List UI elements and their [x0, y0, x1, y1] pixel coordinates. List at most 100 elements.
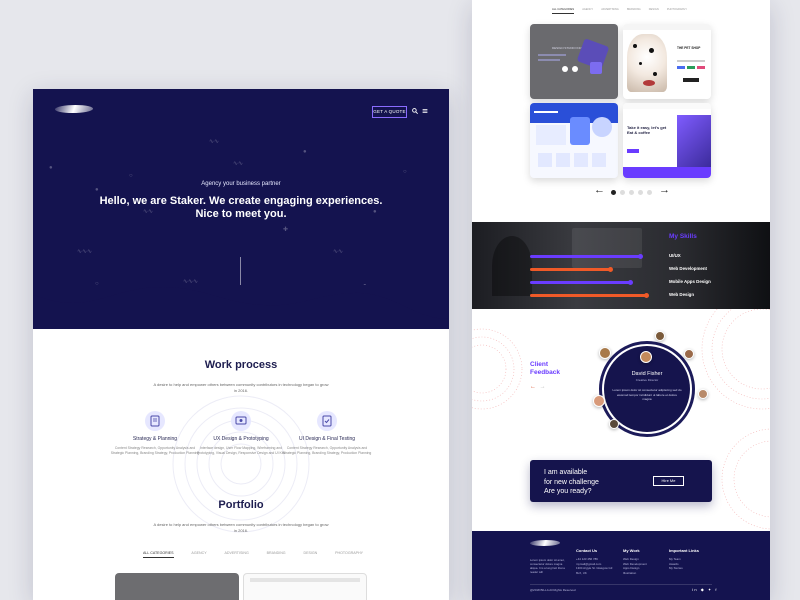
skill-bar — [530, 293, 649, 298]
social-icons[interactable]: in ◆ ✦ f — [692, 587, 718, 592]
skill-bar-knob — [644, 293, 649, 298]
skill-bar-knob — [608, 267, 613, 272]
avatar[interactable] — [599, 347, 611, 359]
skill-label: Mobile Apps Design — [669, 279, 711, 284]
decor-zigzag: ∿∿ — [209, 139, 220, 145]
footer-link[interactable]: Illustration — [623, 571, 647, 576]
portfolio-card[interactable]: DESIGN STUDIO INC — [530, 24, 618, 99]
reviewer-name: David Fisher — [631, 371, 663, 377]
avatar[interactable] — [655, 331, 665, 341]
tab-design[interactable]: DESIGN — [303, 551, 317, 558]
portfolio-card[interactable] — [530, 103, 618, 178]
footer-column-work: My Work Web Design Web Development Apps … — [623, 548, 647, 575]
carousel-dot[interactable] — [620, 190, 625, 195]
process-step: UX Design & Prototyping Interface design… — [196, 411, 286, 456]
footer-link[interactable]: 1304 Argyle St. Glasgow G3 8LX, UK — [576, 566, 614, 575]
portfolio-filter-tabs: ALL CATEGORIES AGENCY ADVERTISING BRANDI… — [143, 551, 363, 558]
tab-branding[interactable]: BRANDING — [267, 551, 286, 558]
hire-me-button[interactable]: Hire Me — [653, 476, 684, 486]
feedback-next-arrow[interactable]: → — [540, 384, 546, 390]
tab-advertising[interactable]: ADVERTISING — [601, 8, 619, 14]
decor-zigzag: ∿∿ — [333, 249, 344, 255]
footer-logo[interactable] — [528, 540, 562, 546]
avatar[interactable] — [698, 389, 708, 399]
avatar[interactable] — [593, 395, 605, 407]
footer-column-contact: Contact Us +44 123 456 789 mymail@gmail.… — [576, 548, 614, 575]
step-desc: Interface design, User Flow Mapping, Wir… — [196, 446, 286, 455]
carousel-dot[interactable] — [647, 190, 652, 195]
decor-ring: ○ — [403, 169, 407, 175]
tab-all-categories[interactable]: ALL CATEGORIES — [143, 551, 174, 558]
skill-bar-knob — [638, 254, 643, 259]
footer-about: Lorem ipsum dolor sit amet, consectetur … — [530, 558, 565, 574]
process-step: UI Design & Final Testing Content Strate… — [282, 411, 372, 456]
tab-all-categories[interactable]: ALL CATEGORIES — [552, 8, 575, 14]
feedback-title-line2: Feedback — [530, 369, 560, 376]
carousel-prev-arrow[interactable]: ← — [594, 185, 605, 196]
avatar[interactable] — [684, 349, 694, 359]
carousel-dot[interactable] — [611, 190, 616, 195]
feedback-prev-arrow[interactable]: ← — [530, 384, 536, 390]
decor-dot: ● — [95, 187, 99, 193]
hero-title: Hello, we are Staker. We create engaging… — [99, 195, 383, 220]
feedback-nav: ← → — [530, 384, 546, 390]
testing-icon — [317, 411, 337, 431]
portfolio-card-preview[interactable] — [115, 573, 239, 600]
tab-photography[interactable]: PHOTOGRAPHY — [667, 8, 687, 14]
cta-line2: for new challenge — [544, 478, 599, 486]
carousel-next-arrow[interactable]: → — [659, 185, 670, 196]
skill-label: Web Development — [669, 266, 707, 271]
tab-photography[interactable]: PHOTOGRAPHY — [335, 551, 363, 558]
search-icon[interactable] — [412, 108, 419, 116]
step-desc: Content Strategy Research, Opportunity A… — [110, 446, 200, 455]
portfolio-card[interactable]: THE PET SHOP — [623, 24, 711, 99]
step-title: UI Design & Final Testing — [298, 436, 356, 442]
step-title: Strategy & Planning — [132, 436, 178, 442]
decor-zigzag: ∿∿∿ — [77, 249, 93, 255]
portfolio-card-preview[interactable] — [243, 573, 367, 600]
hero-kicker: Agency your business partner — [201, 181, 281, 187]
avatar[interactable] — [640, 351, 652, 363]
footer-column-title: Important Links — [669, 548, 700, 553]
card-heading: THE PET SHOP — [677, 46, 701, 50]
cta-line3: Are you ready? — [544, 488, 592, 495]
skill-bar-knob — [628, 280, 633, 285]
feedback-title-line1: Client — [530, 361, 549, 368]
portfolio-card[interactable]: Take it easy, let's get Eat & coffee — [623, 103, 711, 178]
hire-cta-banner: I am available for new challenge Are you… — [530, 460, 712, 502]
card-heading: Take it easy, let's get Eat & coffee — [627, 125, 667, 135]
portfolio-subtitle: A desire to help and empower others betw… — [153, 522, 329, 533]
testimonial-quote: Lorem ipsum dolor sit consectetur adipis… — [612, 388, 682, 401]
carousel-dot[interactable] — [629, 190, 634, 195]
menu-icon[interactable] — [422, 108, 428, 116]
background-photo-person — [492, 236, 532, 296]
footer-column-links: Important Links My Team Awards My Storie… — [669, 548, 699, 571]
carousel-dot[interactable] — [638, 190, 643, 195]
brand-logo[interactable] — [53, 105, 95, 113]
tab-advertising[interactable]: ADVERTISING — [224, 551, 248, 558]
get-a-quote-button[interactable]: GET A QUOTE — [372, 106, 407, 118]
hero-wave — [33, 285, 449, 319]
footer-column-title: My Work — [623, 548, 640, 553]
step-title: UX Design & Prototyping — [213, 436, 269, 442]
reviewer-role: Creative Director — [635, 378, 659, 382]
footer-column-title: Contact Us — [576, 548, 598, 553]
portfolio-page-mockup: ALL CATEGORIES AGENCY ADVERTISING BRANDI… — [472, 0, 770, 600]
skill-bar — [530, 267, 613, 272]
tab-branding[interactable]: BRANDING — [627, 8, 641, 14]
skill-bar — [530, 280, 633, 285]
work-process-title: Work process — [204, 359, 278, 371]
avatar[interactable] — [609, 419, 619, 429]
cta-line1: I am available — [544, 469, 588, 476]
portfolio-filter-tabs: ALL CATEGORIES AGENCY ADVERTISING BRANDI… — [552, 8, 687, 14]
cta-text: I am available for new challenge Are you… — [544, 468, 599, 497]
tab-agency[interactable]: AGENCY — [582, 8, 593, 14]
skills-section: My Skills UI/UX Web Development Mobile A… — [472, 222, 770, 309]
decor-zigzag: ∿∿ — [233, 161, 244, 167]
tab-agency[interactable]: AGENCY — [191, 551, 206, 558]
decor-ring: ○ — [129, 173, 133, 179]
footer-link[interactable]: My Stories — [669, 566, 699, 571]
tab-design[interactable]: DESIGN — [649, 8, 659, 14]
card-heading: DESIGN STUDIO INC — [552, 46, 582, 50]
decor-dot: ● — [303, 149, 307, 155]
